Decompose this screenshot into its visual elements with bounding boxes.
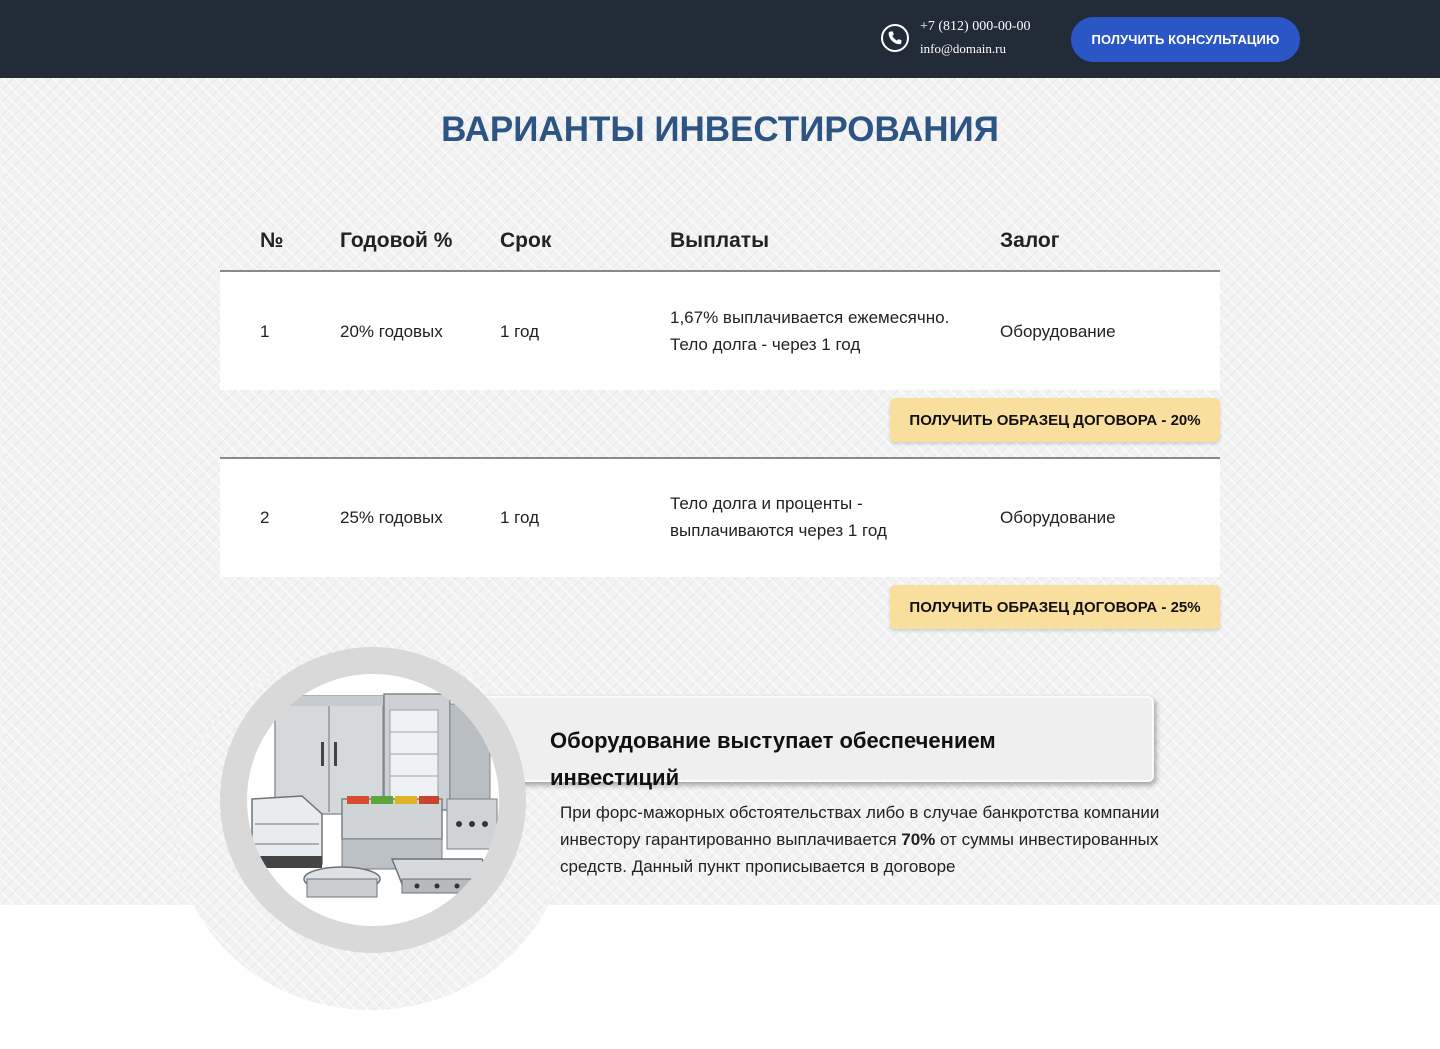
section-title: ВАРИАНТЫ ИНВЕСТИРОВАНИЯ xyxy=(441,110,999,149)
row-payments: 1,67% выплачивается ежемесячно. Тело дол… xyxy=(670,304,949,358)
kitchen-equipment-image xyxy=(247,674,499,926)
phone-icon[interactable] xyxy=(881,24,909,52)
row-payments-line2: выплачиваются через 1 год xyxy=(670,521,887,540)
header-payments: Выплаты xyxy=(670,229,770,252)
header-collateral: Залог xyxy=(1000,229,1060,252)
header-annual-rate: Годовой % xyxy=(340,229,453,252)
row-payments-line1: 1,67% выплачивается ежемесячно. xyxy=(670,308,950,327)
contact-email[interactable]: info@domain.ru xyxy=(920,41,1006,57)
row-payments-line1: Тело долга и проценты - xyxy=(670,494,863,513)
row-rate: 25% годовых xyxy=(340,508,443,527)
consultation-button[interactable]: ПОЛУЧИТЬ КОНСУЛЬТАЦИЮ xyxy=(1071,17,1300,62)
top-bar: +7 (812) 000-00-00 info@domain.ru ПОЛУЧИ… xyxy=(0,0,1440,78)
row-payments-line2: Тело долга - через 1 год xyxy=(670,335,861,354)
contact-phone[interactable]: +7 (812) 000-00-00 xyxy=(920,19,1031,35)
header-number: № xyxy=(260,229,284,252)
sample-contract-25-button[interactable]: ПОЛУЧИТЬ ОБРАЗЕЦ ДОГОВОРА - 25% xyxy=(890,585,1220,629)
row-payments: Тело долга и проценты - выплачиваются че… xyxy=(670,490,887,544)
guarantee-percent: 70% xyxy=(901,830,936,849)
guarantee-title: Оборудование выступает обеспечением инве… xyxy=(550,728,996,790)
row-number: 1 xyxy=(260,322,270,341)
row-number: 2 xyxy=(260,508,270,527)
row-collateral: Оборудование xyxy=(1000,508,1116,527)
row-rate: 20% годовых xyxy=(340,322,443,341)
header-term: Срок xyxy=(500,229,552,252)
row-collateral: Оборудование xyxy=(1000,322,1116,341)
sample-contract-20-button[interactable]: ПОЛУЧИТЬ ОБРАЗЕЦ ДОГОВОРА - 20% xyxy=(890,398,1220,442)
kitchen-equipment-illustration xyxy=(251,693,498,898)
guarantee-text: При форс-мажорных обстоятельствах либо в… xyxy=(560,799,1160,880)
row-term: 1 год xyxy=(500,322,540,341)
row-term: 1 год xyxy=(500,508,540,527)
